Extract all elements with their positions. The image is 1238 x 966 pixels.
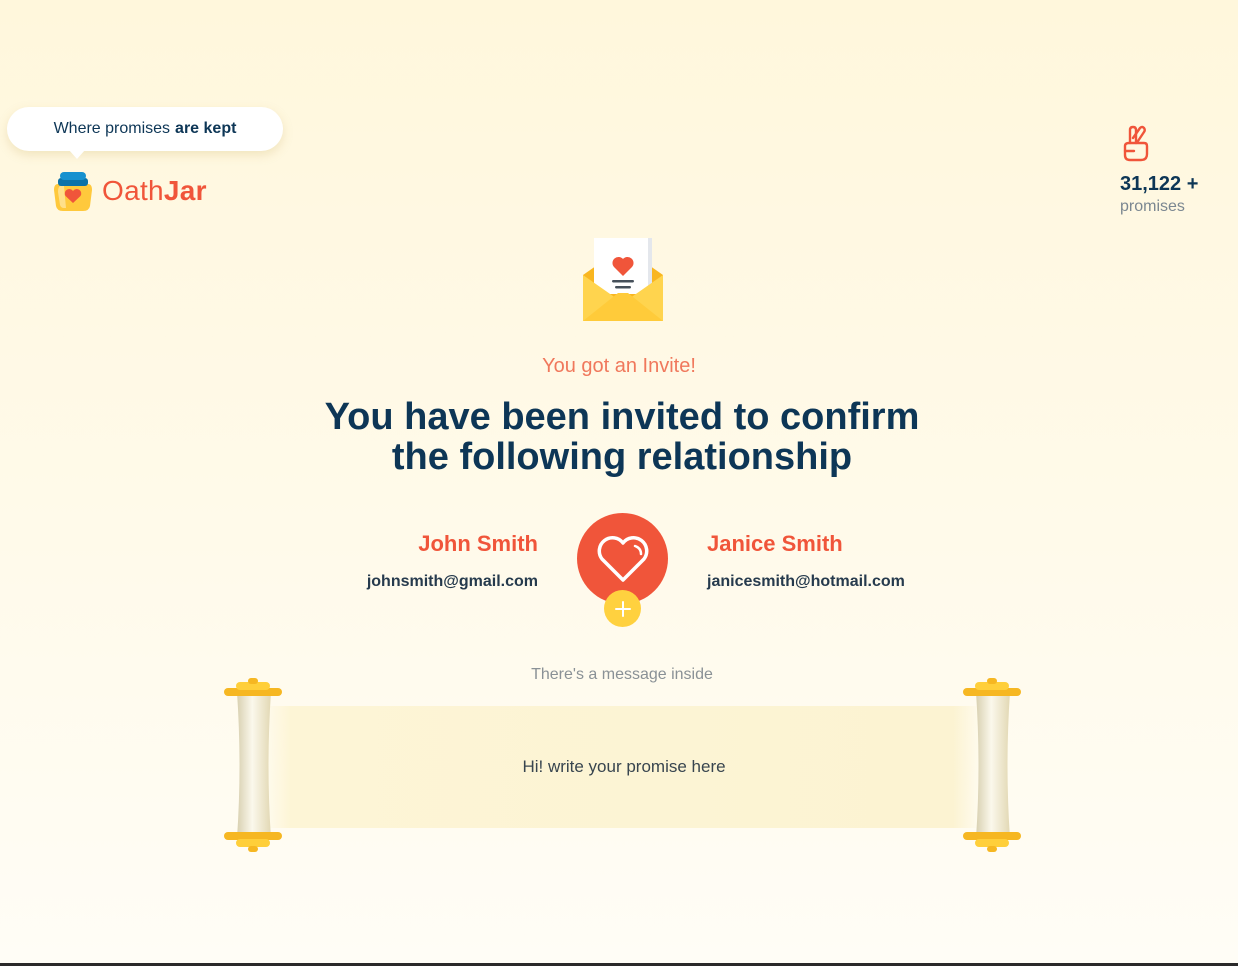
- plus-icon: [614, 600, 631, 617]
- message-caption: There's a message inside: [531, 666, 713, 683]
- tagline-bubble: Where promises are kept: [7, 107, 283, 159]
- sender-email: johnsmith@gmail.com: [366, 573, 538, 590]
- promise-count-label: promises: [1120, 198, 1185, 215]
- invite-eyebrow: You got an Invite!: [542, 355, 696, 377]
- tagline-bold-text: are kept: [175, 120, 237, 137]
- logo-wordmark: OathJar: [102, 175, 207, 207]
- recipient-email: janicesmith@hotmail.com: [707, 573, 905, 590]
- tagline-text: Where promises: [53, 120, 171, 137]
- oathjar-logo[interactable]: OathJar: [52, 170, 207, 212]
- headline-line-1: You have been invited to confirm: [324, 396, 920, 438]
- logo-text-oath: Oath: [102, 175, 164, 206]
- person-recipient: Janice Smith janicesmith@hotmail.com: [707, 531, 905, 591]
- promise-message-input[interactable]: [272, 748, 976, 786]
- promise-count: 31,122 +: [1120, 173, 1199, 195]
- heart-icon: [597, 535, 648, 582]
- recipient-name: Janice Smith: [707, 531, 843, 556]
- headline-line-2: the following relationship: [391, 436, 853, 478]
- crossed-fingers-icon: [1123, 125, 1149, 162]
- promise-counter: 31,122 + promises: [1120, 124, 1198, 216]
- logo-text-jar: Jar: [163, 175, 207, 206]
- add-relationship-button[interactable]: [604, 590, 641, 627]
- scroll-roller-right-icon: [963, 678, 1023, 859]
- sender-name: John Smith: [418, 531, 538, 556]
- envelope-icon: [582, 237, 664, 330]
- jar-icon: [54, 172, 92, 211]
- person-sender: John Smith johnsmith@gmail.com: [367, 531, 538, 591]
- page-title: You have been invited to confirm the fol…: [0, 397, 1238, 477]
